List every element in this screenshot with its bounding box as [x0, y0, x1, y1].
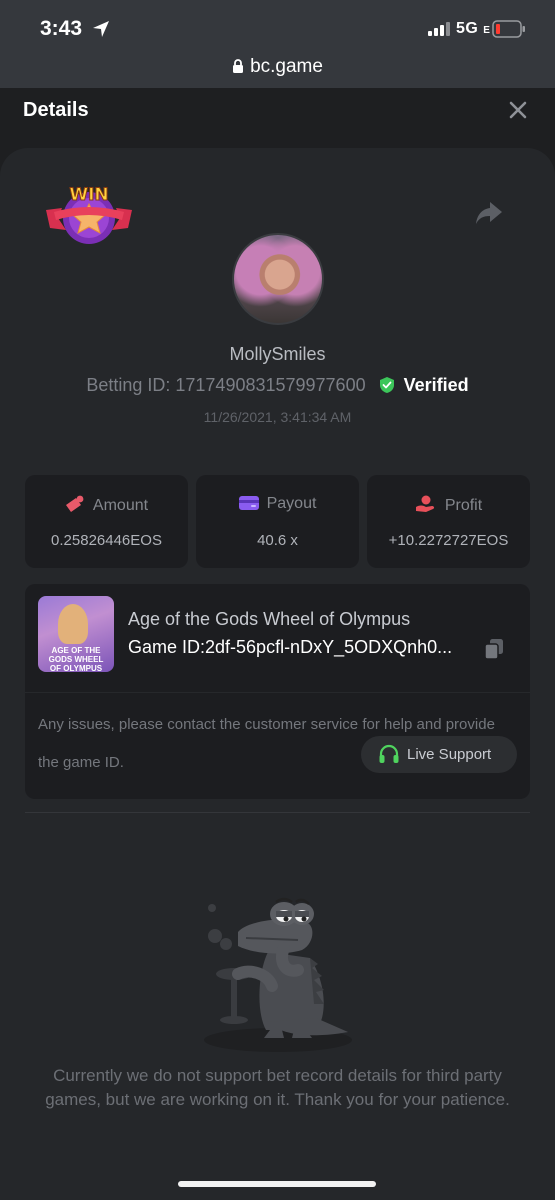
copy-icon[interactable]	[483, 638, 505, 660]
live-support-button[interactable]: Live Support	[361, 736, 517, 773]
crocodile-mascot-illustration	[204, 897, 352, 1052]
stat-payout: Payout 40.6 x	[196, 475, 359, 568]
status-time: 3:43	[40, 17, 83, 40]
url-bar[interactable]: bc.game	[0, 56, 555, 78]
stat-amount: Amount 0.25826446EOS	[25, 475, 188, 568]
verified-label: Verified	[403, 375, 469, 395]
stat-profit: Profit +10.2272727EOS	[367, 475, 530, 568]
avatar[interactable]	[232, 233, 324, 325]
game-card: AGE OF THE GODS WHEEL OF OLYMPUS Age of …	[25, 584, 530, 799]
win-badge-icon: WIN	[46, 185, 132, 244]
url-text: bc.game	[250, 56, 323, 77]
payout-card-icon	[238, 496, 259, 510]
stat-payout-label: Payout	[266, 495, 317, 512]
lock-icon	[233, 59, 244, 73]
stat-payout-value: 40.6 x	[257, 532, 298, 549]
live-support-label: Live Support	[407, 746, 492, 763]
network-label: 5G E	[456, 20, 491, 37]
stat-profit-label: Profit	[444, 497, 483, 514]
amount-icon	[65, 495, 84, 512]
betting-id: Betting ID: 1717490831579977600	[86, 375, 366, 395]
game-id: Game ID:2df-56pcfl-nDxY_5ODXQnh0...	[128, 637, 453, 657]
location-arrow-icon	[93, 21, 109, 37]
bet-timestamp: 11/26/2021, 3:41:34 AM	[203, 409, 352, 425]
game-thumbnail[interactable]: AGE OF THE GODS WHEEL OF OLYMPUS	[38, 596, 114, 672]
stat-amount-label: Amount	[92, 497, 149, 514]
empty-state-message: Currently we do not support bet record d…	[45, 1066, 510, 1109]
game-thumbnail-title: AGE OF THE GODS WHEEL OF OLYMPUS	[48, 646, 104, 672]
home-indicator[interactable]	[178, 1181, 376, 1187]
stat-amount-value: 0.25826446EOS	[51, 532, 162, 549]
headset-icon	[379, 744, 399, 763]
svg-text:WIN: WIN	[69, 185, 108, 205]
username[interactable]: MollySmiles	[0, 344, 555, 365]
game-name[interactable]: Age of the Gods Wheel of Olympus	[128, 609, 410, 630]
stat-profit-value: +10.2272727EOS	[388, 532, 509, 549]
betting-id-row: Betting ID: 1717490831579977600 Verified	[0, 375, 555, 396]
shield-check-icon	[379, 377, 394, 393]
battery-icon	[492, 20, 525, 38]
share-icon[interactable]	[474, 200, 504, 226]
status-bar: 3:43 5G E bc.game	[0, 0, 555, 88]
close-icon[interactable]	[505, 97, 531, 123]
page-title: Details	[23, 99, 89, 121]
details-header: Details	[0, 88, 555, 148]
divider	[25, 692, 530, 693]
profit-hand-icon	[415, 495, 434, 512]
section-divider	[25, 812, 530, 813]
signal-icon	[428, 22, 450, 36]
